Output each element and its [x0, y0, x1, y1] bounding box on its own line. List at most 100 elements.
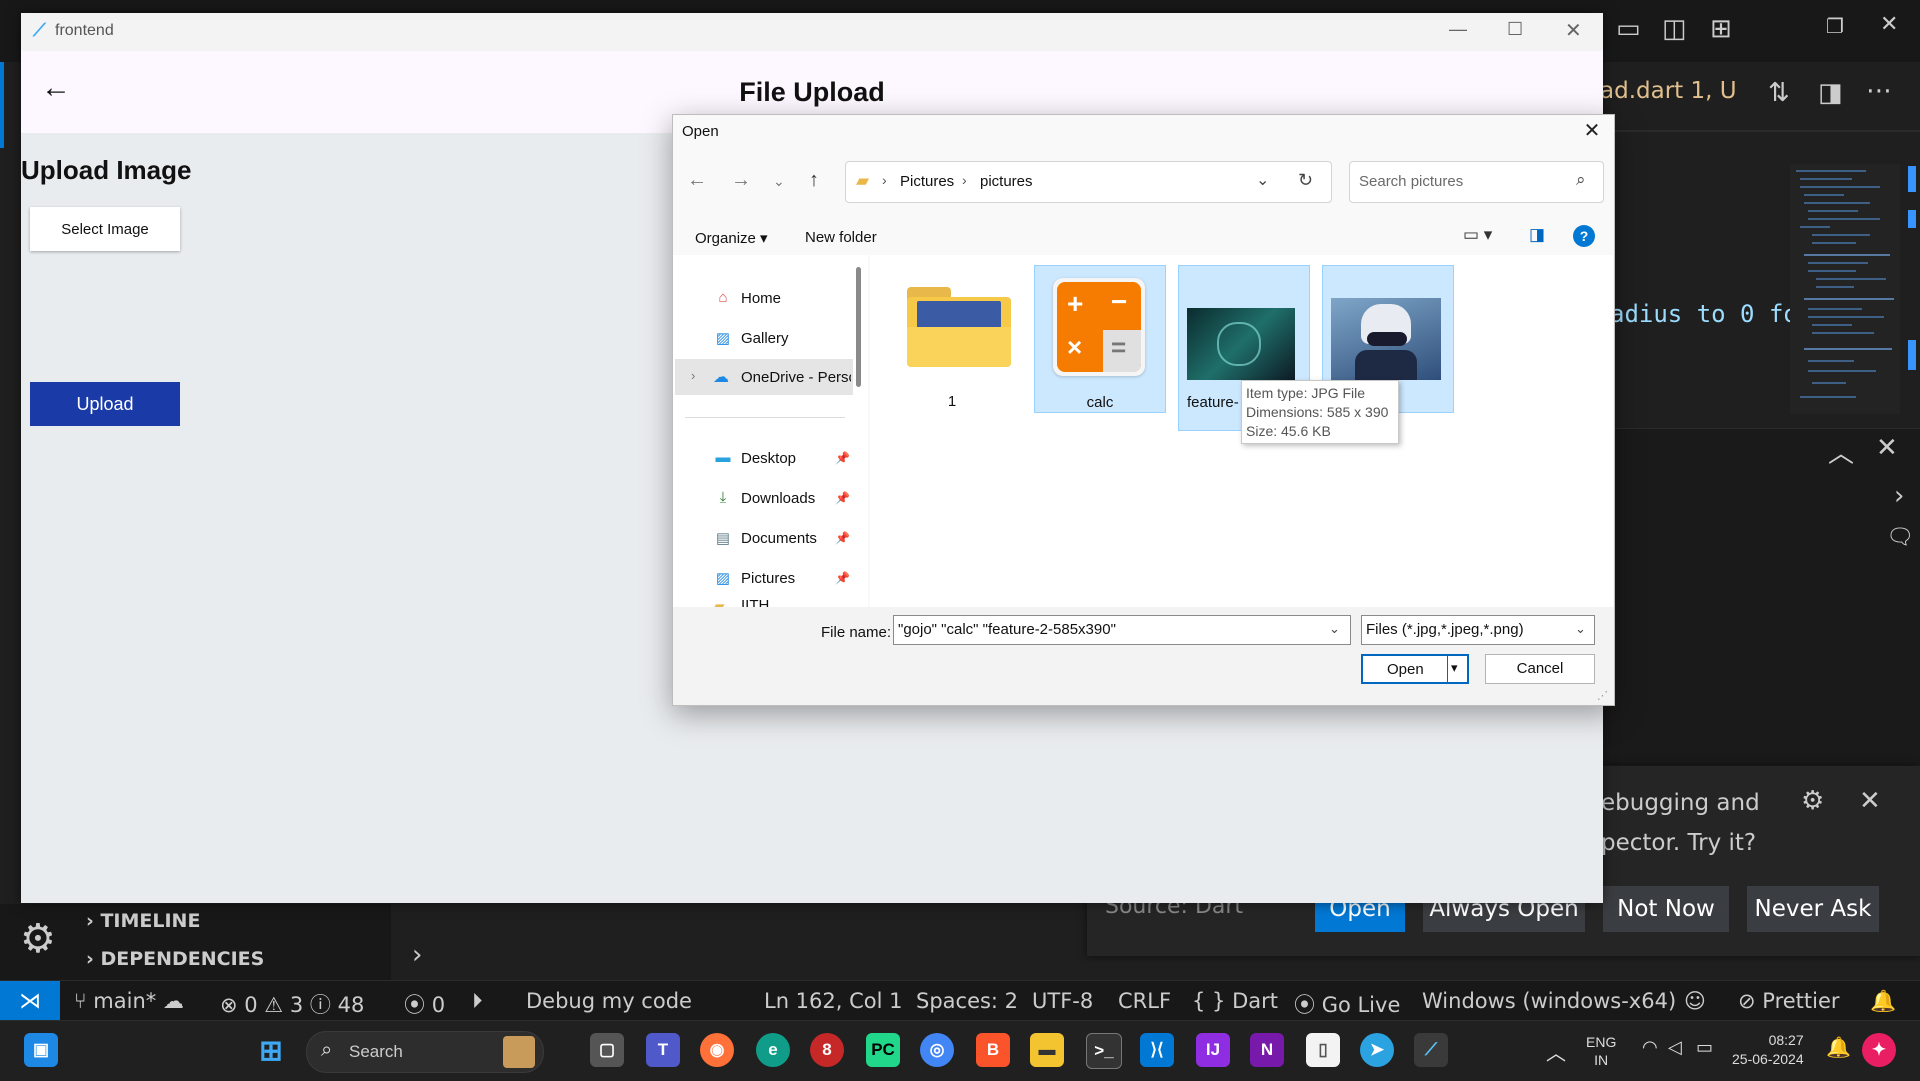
onenote-icon[interactable]: N [1250, 1033, 1284, 1067]
language-indicator[interactable]: ENG IN [1586, 1033, 1616, 1069]
copilot-icon[interactable]: ☺ [1684, 989, 1706, 1013]
chrome-icon[interactable]: ◎ [920, 1033, 954, 1067]
up-icon[interactable]: ↑ [809, 169, 819, 192]
filetype-select[interactable]: Files (*.jpg,*.jpeg,*.png) [1361, 615, 1595, 645]
go-live[interactable]: ⦿ Go Live [1294, 989, 1400, 1019]
cancel-button[interactable]: Cancel [1485, 654, 1595, 684]
intellij-icon[interactable]: IJ [1196, 1033, 1230, 1067]
view-options-icon[interactable]: ▭ ▾ [1463, 225, 1492, 245]
chat-icon[interactable]: 🗨 [1886, 525, 1914, 550]
nav-item-pictures[interactable]: Pictures [741, 570, 795, 587]
show-hidden-icon[interactable]: ︿ [1546, 1037, 1566, 1066]
nav-item-downloads[interactable]: Downloads [741, 490, 815, 507]
refresh-icon[interactable]: ↻ [1298, 170, 1313, 191]
maximize-panel-icon[interactable]: ︿ [1828, 433, 1854, 470]
organize-menu[interactable]: Organize ▾ [695, 229, 768, 247]
teams-icon[interactable]: T [646, 1033, 680, 1067]
breadcrumb-subfolder[interactable]: pictures [980, 173, 1033, 190]
notification-not-now-button[interactable]: Not Now [1603, 886, 1729, 932]
device-selector[interactable]: Windows (windows-x64) [1422, 989, 1676, 1013]
select-image-button[interactable]: Select Image [30, 207, 180, 251]
recent-locations-icon[interactable]: ⌄ [773, 173, 785, 190]
pycharm-icon[interactable]: PC [866, 1033, 900, 1067]
filetype-dropdown-icon[interactable]: ⌄ [1575, 621, 1586, 637]
breadcrumb-pictures[interactable]: Pictures [900, 173, 954, 190]
source-control-icon[interactable]: ⇅ [1768, 78, 1790, 108]
split-editor-icon[interactable]: ◨ [1818, 78, 1843, 108]
close-notification-icon[interactable]: ✕ [1859, 786, 1881, 816]
toggle-sidebar-icon[interactable]: ▭ [1616, 14, 1641, 44]
gear-icon[interactable]: ⚙ [1801, 786, 1824, 816]
navigation-scrollbar[interactable] [856, 267, 861, 387]
filename-input[interactable]: "gojo" "calc" "feature-2-585x390" [893, 615, 1351, 645]
nav-item-desktop[interactable]: Desktop [741, 450, 796, 467]
debug-icon[interactable]: ⏵ [472, 989, 483, 1014]
nav-item-home[interactable]: Home [741, 290, 781, 307]
bell-icon[interactable]: 🔔 [1870, 989, 1896, 1014]
maximize-icon[interactable]: ☐ [1507, 19, 1523, 40]
eol[interactable]: CRLF [1118, 989, 1171, 1013]
help-icon[interactable]: ? [1573, 225, 1595, 247]
address-dropdown-icon[interactable]: ⌄ [1256, 170, 1269, 190]
brave-icon[interactable]: B [976, 1033, 1010, 1067]
back-icon[interactable]: ← [687, 169, 707, 192]
prettier-status[interactable]: ⊘ Prettier [1738, 989, 1840, 1013]
indentation[interactable]: Spaces: 2 [916, 989, 1018, 1013]
timeline-section[interactable]: › TIMELINE [86, 910, 200, 932]
remote-icon[interactable]: ⋊ [0, 981, 60, 1021]
close-dialog-icon[interactable]: ✕ [1575, 117, 1609, 145]
file-explorer-icon[interactable]: ▬ [1030, 1033, 1064, 1067]
language-mode[interactable]: { } Dart [1192, 989, 1278, 1013]
upload-button[interactable]: Upload [30, 382, 180, 426]
task-view-icon[interactable]: ▢ [590, 1033, 624, 1067]
ports-status[interactable]: ⦿ 0 [404, 989, 445, 1019]
start-icon[interactable]: ⊞ [254, 1033, 288, 1067]
nav-item-iith[interactable]: ▰ IITH [673, 597, 855, 607]
layout-icon[interactable]: ⊞ [1710, 14, 1732, 44]
file-item-folder-1[interactable]: 1 [887, 265, 1017, 411]
nav-item-onedrive[interactable]: › ☁ OneDrive - Perso [675, 359, 853, 395]
chevron-right-icon[interactable]: › [412, 940, 422, 970]
nav-item-documents[interactable]: Documents [741, 530, 817, 547]
dependencies-section[interactable]: › DEPENDENCIES [86, 948, 264, 970]
toggle-panel-icon[interactable]: ◫ [1662, 14, 1687, 44]
manage-gear-icon[interactable]: ⚙ [20, 916, 56, 962]
notepad-icon[interactable]: ▯ [1306, 1033, 1340, 1067]
close-icon[interactable]: ✕ [1565, 18, 1582, 43]
copilot-taskbar-icon[interactable]: ✦ [1862, 1033, 1896, 1067]
firefox-icon[interactable]: ◉ [700, 1033, 734, 1067]
minimap[interactable] [1790, 164, 1900, 414]
cursor-position[interactable]: Ln 162, Col 1 [764, 989, 903, 1013]
preview-pane-icon[interactable]: ◨ [1529, 225, 1545, 245]
edge-icon[interactable]: e [756, 1033, 790, 1067]
app-icon[interactable]: 8 [810, 1033, 844, 1067]
clock[interactable]: 08:27 25-06-2024 [1732, 1031, 1804, 1069]
file-item-calc[interactable]: + − × = calc [1034, 265, 1166, 413]
branch-status[interactable]: ⑂ main* ☁ [74, 989, 184, 1013]
encoding[interactable]: UTF-8 [1032, 989, 1093, 1013]
wifi-icon[interactable]: ◠ [1642, 1037, 1658, 1058]
editor-tab[interactable]: ad.dart 1, U [1600, 78, 1737, 104]
address-bar[interactable]: ▰ › Pictures › pictures ⌄ ↻ [845, 161, 1332, 203]
vscode-icon[interactable]: ⟩⟨ [1140, 1033, 1174, 1067]
battery-icon[interactable]: ▭ [1696, 1037, 1713, 1058]
restore-icon[interactable]: ❐ [1826, 14, 1844, 38]
filename-dropdown-icon[interactable]: ⌄ [1329, 621, 1340, 637]
nav-item-gallery[interactable]: Gallery [741, 330, 789, 347]
telegram-icon[interactable]: ➤ [1360, 1033, 1394, 1067]
expand-chevron-icon[interactable]: › [691, 368, 695, 383]
more-actions-icon[interactable]: ⋯ [1866, 76, 1892, 106]
open-button[interactable]: Open ▾ [1361, 654, 1469, 684]
problems-status[interactable]: ⊗ 0 ⚠ 3 ⓘ 48 [220, 989, 364, 1019]
open-dropdown-icon[interactable]: ▾ [1451, 660, 1458, 676]
flutter-icon[interactable]: ⟋ [1414, 1033, 1448, 1067]
close-window-icon[interactable]: ✕ [1880, 12, 1898, 37]
chevron-right-icon[interactable]: › [1894, 481, 1904, 511]
close-panel-icon[interactable]: ✕ [1876, 433, 1898, 463]
search-input[interactable]: Search pictures ⌕ [1349, 161, 1604, 203]
new-folder-button[interactable]: New folder [805, 229, 877, 246]
forward-icon[interactable]: → [731, 169, 751, 192]
debug-status[interactable]: Debug my code [526, 989, 692, 1013]
widgets-icon[interactable]: ▣ [24, 1033, 58, 1067]
notification-never-ask-button[interactable]: Never Ask [1747, 886, 1879, 932]
